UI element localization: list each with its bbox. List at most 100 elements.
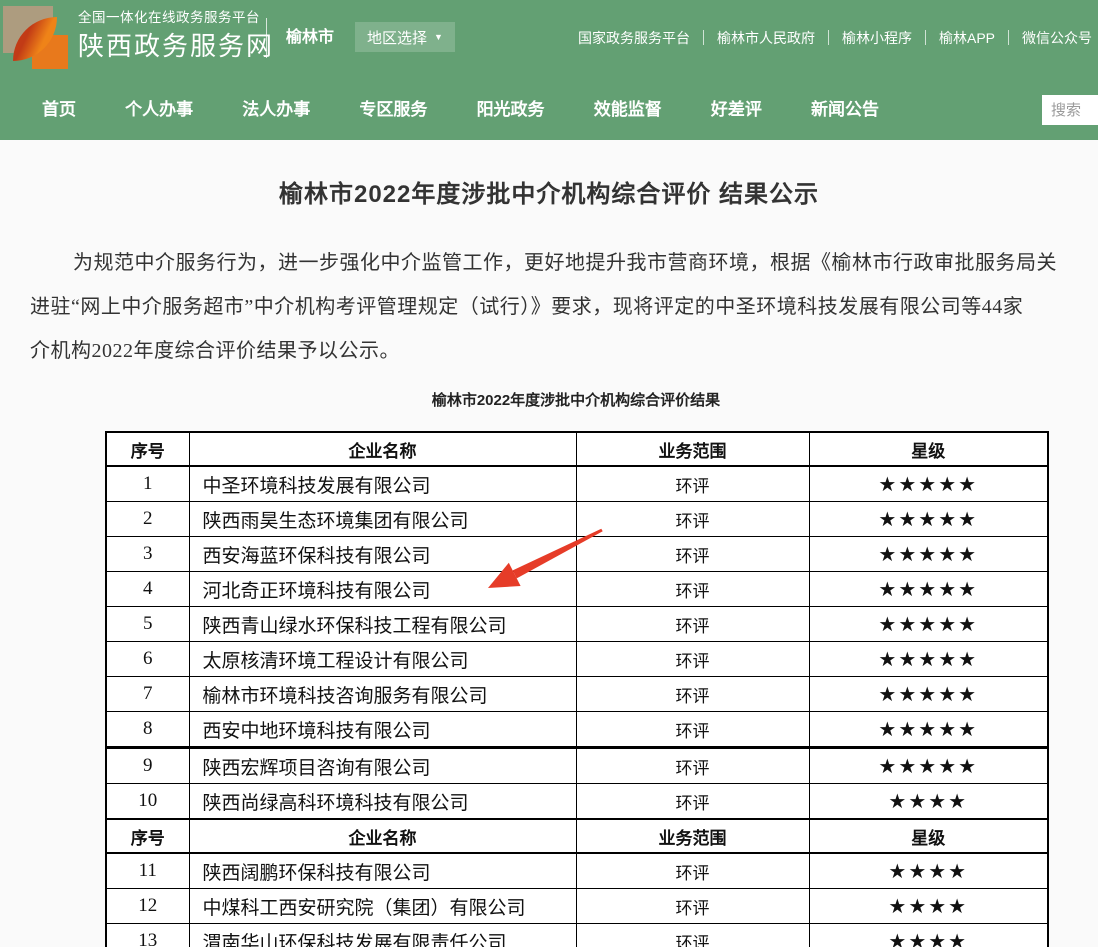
nav-item[interactable]: 首页	[42, 95, 76, 120]
page: 全国一体化在线政务服务平台 陕西政务服务网 榆林市 地区选择 ▼ 国家政务服务平…	[0, 0, 1098, 947]
cell-company-name: 陕西阔鹏环保科技有限公司	[189, 853, 576, 889]
header-link[interactable]: 榆林市人民政府	[717, 28, 815, 48]
nav-item[interactable]: 新闻公告	[811, 95, 879, 120]
table-row: 13渭南华山环保科技发展有限责任公司环评★★★★	[106, 924, 1048, 947]
nav-item[interactable]: 法人办事	[242, 95, 310, 120]
region-select-label: 地区选择	[367, 27, 427, 48]
cell-star-rating: ★★★★	[809, 853, 1048, 889]
cell-business-scope: 环评	[576, 642, 809, 677]
table-row: 7榆林市环境科技咨询服务有限公司环评★★★★★	[106, 677, 1048, 712]
site-header: 全国一体化在线政务服务平台 陕西政务服务网 榆林市 地区选择 ▼ 国家政务服务平…	[0, 0, 1098, 75]
table-row: 11陕西阔鹏环保科技有限公司环评★★★★	[106, 853, 1048, 889]
cell-business-scope: 环评	[576, 607, 809, 642]
nav-item[interactable]: 效能监督	[594, 95, 662, 120]
column-header: 星级	[809, 432, 1048, 466]
table-header-row: 序号企业名称业务范围星级	[106, 819, 1048, 853]
chevron-down-icon: ▼	[434, 33, 443, 42]
cell-index: 1	[106, 466, 189, 502]
cell-star-rating: ★★★★★	[809, 572, 1048, 607]
cell-index: 5	[106, 607, 189, 642]
cell-business-scope: 环评	[576, 466, 809, 502]
site-name: 陕西政务服务网	[78, 29, 274, 63]
header-link[interactable]: 榆林小程序	[842, 28, 912, 48]
nav-item[interactable]: 个人办事	[125, 95, 193, 120]
results-tbody: 序号企业名称业务范围星级1中圣环境科技发展有限公司环评★★★★★2陕西雨昊生态环…	[106, 432, 1048, 947]
table-row: 8西安中地环境科技有限公司环评★★★★★	[106, 712, 1048, 748]
divider	[703, 30, 704, 45]
nav-item[interactable]: 专区服务	[359, 95, 427, 120]
nav-item[interactable]: 好差评	[711, 95, 762, 120]
cell-star-rating: ★★★★★	[809, 537, 1048, 572]
column-header: 业务范围	[576, 819, 809, 853]
table-header-row: 序号企业名称业务范围星级	[106, 432, 1048, 466]
site-logo	[6, 6, 70, 70]
cell-index: 13	[106, 924, 189, 947]
cell-business-scope: 环评	[576, 748, 809, 784]
brand: 全国一体化在线政务服务平台 陕西政务服务网	[78, 9, 274, 63]
cell-star-rating: ★★★★	[809, 924, 1048, 947]
cell-index: 11	[106, 853, 189, 889]
cell-index: 3	[106, 537, 189, 572]
content: 榆林市2022年度涉批中介机构综合评价 结果公示 为规范中介服务行为，进一步强化…	[0, 140, 1098, 947]
cell-business-scope: 环评	[576, 784, 809, 820]
annotation-arrow-icon	[470, 515, 620, 605]
cell-star-rating: ★★★★★	[809, 466, 1048, 502]
search-input[interactable]	[1042, 95, 1098, 125]
cell-index: 6	[106, 642, 189, 677]
header-links-bar: 国家政务服务平台榆林市人民政府榆林小程序榆林APP微信公众号 注册	[578, 0, 1098, 75]
header-link[interactable]: 国家政务服务平台	[578, 28, 690, 48]
column-header: 序号	[106, 432, 189, 466]
table-row: 5陕西青山绿水环保科技工程有限公司环评★★★★★	[106, 607, 1048, 642]
cell-star-rating: ★★★★★	[809, 712, 1048, 748]
table-row: 10陕西尚绿高科环境科技有限公司环评★★★★	[106, 784, 1048, 820]
table-row: 12中煤科工西安研究院（集团）有限公司环评★★★★	[106, 889, 1048, 924]
cell-star-rating: ★★★★★	[809, 607, 1048, 642]
cell-company-name: 中煤科工西安研究院（集团）有限公司	[189, 889, 576, 924]
cell-business-scope: 环评	[576, 853, 809, 889]
cell-business-scope: 环评	[576, 889, 809, 924]
divider	[266, 18, 267, 58]
table-row: 1中圣环境科技发展有限公司环评★★★★★	[106, 466, 1048, 502]
column-header: 企业名称	[189, 819, 576, 853]
cell-company-name: 榆林市环境科技咨询服务有限公司	[189, 677, 576, 712]
cell-company-name: 陕西宏辉项目咨询有限公司	[189, 748, 576, 784]
divider	[828, 30, 829, 45]
current-city: 榆林市	[286, 28, 334, 48]
header-links: 国家政务服务平台 榆林市人民政府 榆林小程序 榆林APP 微信公众号	[578, 28, 1092, 48]
results-table: 序号企业名称业务范围星级1中圣环境科技发展有限公司环评★★★★★2陕西雨昊生态环…	[105, 431, 1049, 947]
paragraph-line: 进驻“网上中介服务超市”中介机构考评管理规定（试行）》要求，现将评定的中圣环境科…	[30, 285, 1098, 329]
table-row: 9陕西宏辉项目咨询有限公司环评★★★★★	[106, 748, 1048, 784]
cell-company-name: 西安中地环境科技有限公司	[189, 712, 576, 748]
cell-star-rating: ★★★★★	[809, 748, 1048, 784]
cell-star-rating: ★★★★	[809, 784, 1048, 820]
cell-star-rating: ★★★★★	[809, 502, 1048, 537]
cell-star-rating: ★★★★★	[809, 642, 1048, 677]
divider	[1008, 30, 1009, 45]
cell-company-name: 陕西尚绿高科环境科技有限公司	[189, 784, 576, 820]
paragraph-line: 介机构2022年度综合评价结果予以公示。	[30, 329, 1098, 373]
header-link[interactable]: 榆林APP	[939, 28, 995, 48]
cell-business-scope: 环评	[576, 677, 809, 712]
table-row: 6太原核清环境工程设计有限公司环评★★★★★	[106, 642, 1048, 677]
cell-index: 4	[106, 572, 189, 607]
table-caption: 榆林市2022年度涉批中介机构综合评价结果	[105, 389, 1047, 410]
cell-company-name: 渭南华山环保科技发展有限责任公司	[189, 924, 576, 947]
column-header: 业务范围	[576, 432, 809, 466]
column-header: 星级	[809, 819, 1048, 853]
divider	[925, 30, 926, 45]
nav-items: 首页 个人办事 法人办事 专区服务 阳光政务 效能监督 好差评 新闻公告	[42, 75, 879, 140]
header-link[interactable]: 微信公众号	[1022, 28, 1092, 48]
cell-business-scope: 环评	[576, 712, 809, 748]
column-header: 序号	[106, 819, 189, 853]
cell-index: 12	[106, 889, 189, 924]
column-header: 企业名称	[189, 432, 576, 466]
article-paragraph: 为规范中介服务行为，进一步强化中介监管工作，更好地提升我市营商环境，根据《榆林市…	[30, 241, 1098, 373]
region-select-button[interactable]: 地区选择 ▼	[355, 22, 455, 52]
cell-index: 9	[106, 748, 189, 784]
cell-company-name: 陕西青山绿水环保科技工程有限公司	[189, 607, 576, 642]
nav-item[interactable]: 阳光政务	[477, 95, 545, 120]
cell-company-name: 中圣环境科技发展有限公司	[189, 466, 576, 502]
cell-index: 8	[106, 712, 189, 748]
cell-star-rating: ★★★★★	[809, 677, 1048, 712]
cell-business-scope: 环评	[576, 924, 809, 947]
